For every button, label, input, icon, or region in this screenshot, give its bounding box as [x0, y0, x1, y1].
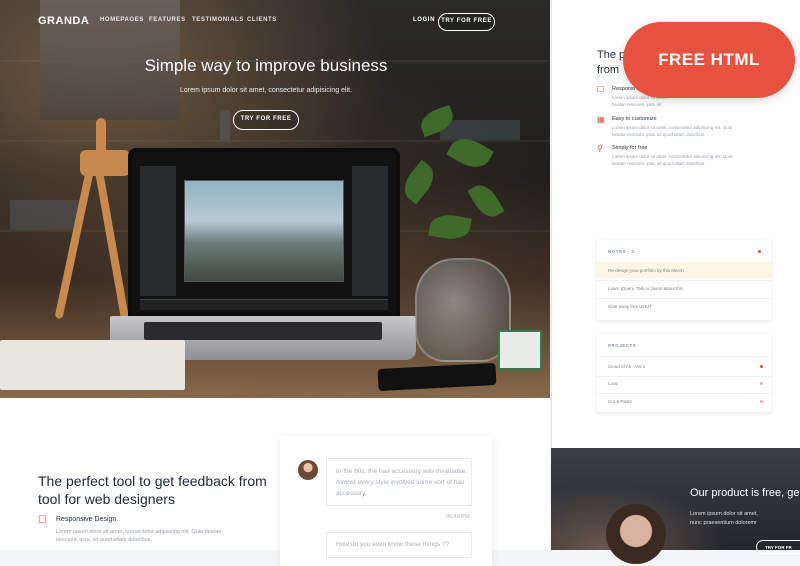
preview-feature-text: Lorem ipsum dolor sit amet, consectetur … [612, 125, 733, 137]
laptop-screen-photo [184, 180, 344, 282]
cta-section [551, 448, 800, 550]
free-html-badge: FREE HTML [623, 22, 795, 98]
background-book [10, 200, 80, 230]
preview-feature-title: Responsi [612, 86, 635, 92]
preview-feature-text: Lorem ipsum dolor sit amet, consectetur … [612, 154, 733, 166]
lock-icon: ☐ [597, 85, 605, 94]
plant-leaf [467, 179, 505, 223]
cta-try-free-button[interactable]: TRY FOR FR [756, 540, 800, 554]
hero-subtitle: Lorem ipsum dolor sit amet, consectetur … [180, 87, 352, 94]
feature-text: Lorem ipsum dolor sit amet, consectetur … [56, 529, 222, 543]
navbar: GRANDA HOMEPAGES FEATURES TESTIMONIALS C… [0, 0, 550, 42]
preview-feature-title: Simply for free [612, 145, 648, 151]
avatar [298, 460, 318, 480]
person-image [606, 504, 666, 564]
jar-image [415, 258, 511, 362]
project-item[interactable]: Cut & Paste [608, 399, 632, 404]
document-icon: ▦ [597, 115, 605, 124]
laptop-image [128, 148, 400, 318]
nav-link-testimonials[interactable]: TESTIMONIALS [192, 17, 244, 23]
cta-text: Lorem ipsum dolor sit amet, nunc praesen… [690, 511, 758, 526]
background-book [220, 110, 230, 140]
logo[interactable]: GRANDA [38, 15, 89, 27]
plant-leaf [397, 159, 441, 205]
chat-message-2: How do you even know these things ?? [336, 541, 450, 548]
status-dot [760, 400, 763, 403]
hero-try-free-button[interactable]: TRY FOR FREE [233, 110, 299, 130]
feature-title: Responsive Design [56, 516, 117, 523]
box-image [498, 330, 542, 370]
status-dot [760, 365, 763, 368]
notes-header: NOTES · 3 [608, 249, 635, 254]
chat-message: In the 80s, the hair accessory was inval… [336, 468, 468, 497]
lamp-arm [95, 170, 129, 320]
background-book [440, 120, 520, 140]
preview-title: The p from [597, 49, 626, 76]
notebook-image [0, 340, 185, 390]
lamp-arm [54, 170, 94, 320]
nav-link-features[interactable]: FEATURES [149, 17, 186, 23]
nav-try-free-button[interactable]: TRY FOR FREE [438, 13, 495, 31]
status-dot [760, 382, 763, 385]
plant-leaf [428, 211, 472, 243]
note-item[interactable]: Learn jQuery. Talk to Jason about this [608, 286, 683, 291]
hero-section: GRANDA HOMEPAGES FEATURES TESTIMONIALS C… [0, 0, 550, 398]
phone-image [377, 362, 497, 392]
section-title: The perfect tool to get feedback from to… [38, 473, 267, 507]
search-icon: ⚲ [597, 144, 603, 153]
project-item[interactable]: Cloud of Ah · Vol 1 [608, 364, 645, 369]
projects-header: PROJECTS [608, 343, 637, 348]
hero-title: Simple way to improve business [144, 56, 388, 75]
project-item[interactable]: Loop [608, 381, 618, 386]
login-link[interactable]: LOGIN [413, 17, 435, 23]
chat-timestamp: 06:40 PM [446, 514, 470, 520]
note-item[interactable]: Give away free UI KIT [608, 304, 652, 309]
nav-link-clients[interactable]: CLIENTS [247, 17, 277, 23]
cta-title: Our product is free, ge [690, 487, 800, 499]
lock-icon: ☐ [38, 515, 47, 526]
note-item[interactable]: Re-design your portfolio by this March [608, 268, 684, 273]
add-note-icon[interactable] [758, 250, 761, 253]
preview-feature-title: Easy to customize [612, 116, 657, 122]
nav-link-homepages[interactable]: HOMEPAGES [100, 17, 144, 23]
